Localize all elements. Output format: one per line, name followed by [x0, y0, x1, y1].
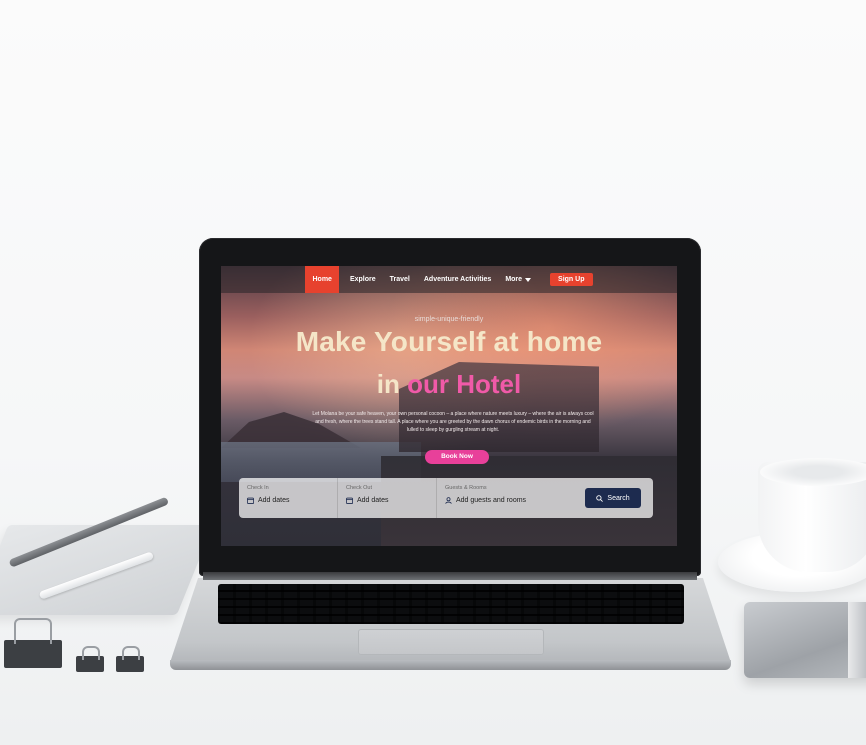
book-now-button[interactable]: Book Now — [425, 450, 489, 464]
search-icon — [596, 494, 604, 502]
hero-description: Let Molana be your safe heaven, your own… — [312, 411, 594, 433]
check-in-value: Add dates — [247, 497, 290, 504]
binder-clip — [4, 640, 62, 668]
calendar-icon — [346, 497, 353, 504]
keyboard — [218, 584, 684, 624]
check-out-value: Add dates — [346, 497, 389, 504]
hero-subheadline: in our Hotel — [221, 369, 677, 400]
binder-clip-small-2-wire — [122, 646, 140, 660]
trackpad — [358, 629, 544, 655]
binder-clip-small-wire — [82, 646, 100, 660]
nav-explore[interactable]: Explore — [347, 266, 379, 293]
check-out-label: Check Out — [346, 485, 372, 491]
check-out-field[interactable]: Check Out Add dates — [338, 478, 437, 518]
check-out-value-text: Add dates — [357, 497, 389, 504]
nav-home[interactable]: Home — [305, 266, 339, 293]
user-icon — [445, 497, 452, 504]
guests-rooms-value: Add guests and rooms — [445, 497, 526, 504]
guests-rooms-value-text: Add guests and rooms — [456, 497, 527, 504]
check-in-value-text: Add dates — [258, 497, 290, 504]
guests-rooms-label: Guests & Rooms — [445, 485, 487, 491]
search-button[interactable]: Search — [585, 488, 641, 508]
coffee-cup-rim — [760, 458, 866, 486]
nav-adventure-activities[interactable]: Adventure Activities — [421, 266, 494, 293]
diary-pages — [848, 602, 866, 678]
nav-more-dropdown[interactable]: More — [502, 266, 534, 293]
signup-button[interactable]: Sign Up — [550, 273, 593, 286]
nav-more-label: More — [505, 276, 523, 283]
search-button-label: Search — [607, 494, 630, 502]
calendar-icon — [247, 497, 254, 504]
hero-subheadline-part1: in — [376, 369, 408, 399]
booking-search-bar: Check In Add dates Check Out Add dates G… — [239, 478, 653, 518]
binder-clip-wire — [14, 618, 52, 644]
hero-subheadline-part2: our Hotel — [407, 369, 522, 399]
hero-tagline: simple-unique-friendly — [414, 316, 484, 323]
nav-travel[interactable]: Travel — [387, 266, 413, 293]
chevron-down-icon — [525, 277, 532, 282]
check-in-field[interactable]: Check In Add dates — [239, 478, 338, 518]
laptop-base-front — [170, 660, 731, 670]
hero-headline: Make Yourself at home — [295, 326, 603, 357]
top-navbar: Home Explore Travel Adventure Activities… — [221, 266, 677, 293]
laptop-screen: Home Explore Travel Adventure Activities… — [221, 266, 677, 546]
check-in-label: Check In — [247, 485, 269, 491]
guests-rooms-field[interactable]: Guests & Rooms Add guests and rooms — [437, 478, 575, 518]
laptop-hinge — [203, 572, 697, 580]
